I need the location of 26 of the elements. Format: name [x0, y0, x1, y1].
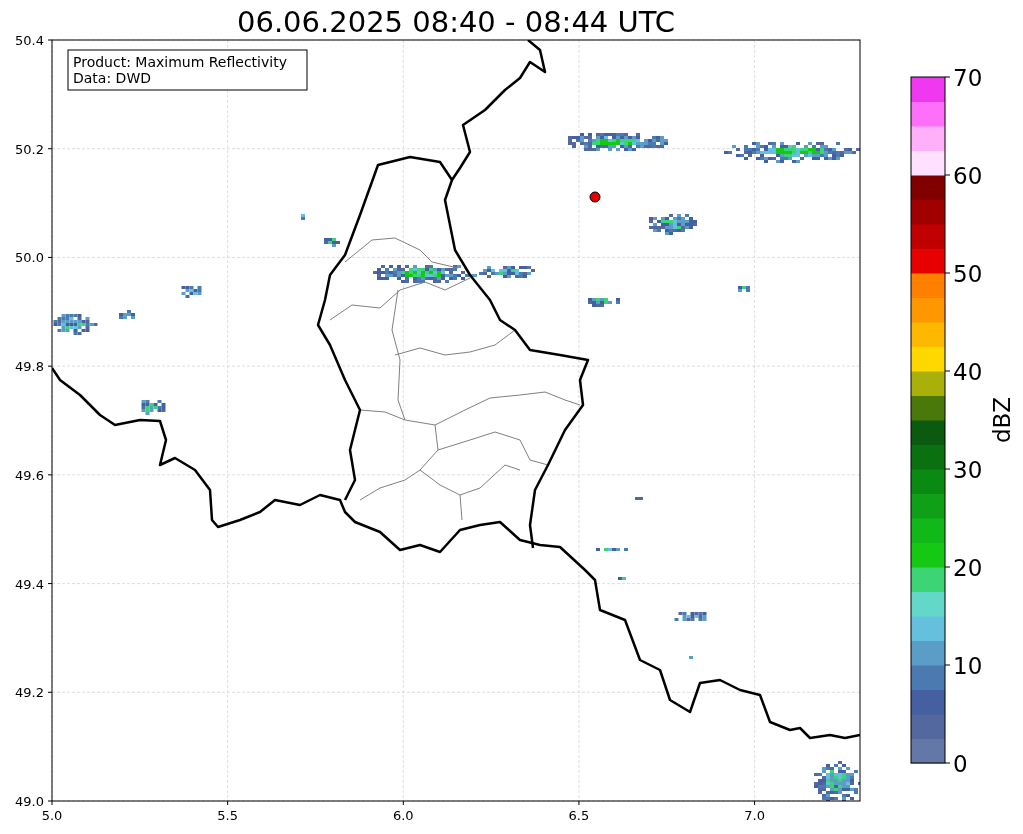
x-axis-tick-label: 5.0	[41, 808, 63, 823]
x-axis-tick-label: 6.0	[392, 808, 414, 823]
colorbar-tick-label: 10	[953, 653, 983, 679]
colorbar-tick-label: 40	[953, 359, 983, 385]
y-axis-tick-label: 49.4	[15, 576, 44, 592]
y-axis-tick-label: 49.8	[15, 359, 44, 375]
info-text: Product: Maximum Reflectivity	[73, 54, 287, 70]
colorbar-tick-label: 70	[953, 65, 983, 91]
x-axis-tick-label: 7.0	[744, 808, 765, 823]
y-axis-tick-label: 49.6	[15, 467, 44, 483]
colorbar-label: dBZ	[989, 396, 1015, 444]
colorbar-tick-label: 50	[953, 261, 983, 287]
colorbar-tick-label: 60	[953, 163, 983, 189]
info-text: Data: DWD	[73, 70, 151, 86]
colorbar-tick-label: 30	[953, 457, 983, 483]
y-axis-tick-label: 49.2	[15, 685, 44, 701]
location-marker	[589, 191, 601, 203]
y-axis-tick-label: 50.2	[15, 141, 44, 157]
y-axis-tick-label: 49.0	[15, 794, 44, 809]
y-axis-tick-label: 50.0	[15, 250, 44, 266]
y-axis-tick-label: 50.4	[15, 33, 44, 48]
x-axis-tick-label: 6.5	[568, 808, 590, 823]
chart-title: 06.06.2025 08:40 - 08:44 UTC	[237, 5, 675, 39]
colorbar-tick-label: 20	[953, 555, 983, 581]
colorbar-tick-label: 0	[953, 751, 968, 777]
x-axis-tick-label: 5.5	[217, 808, 238, 823]
